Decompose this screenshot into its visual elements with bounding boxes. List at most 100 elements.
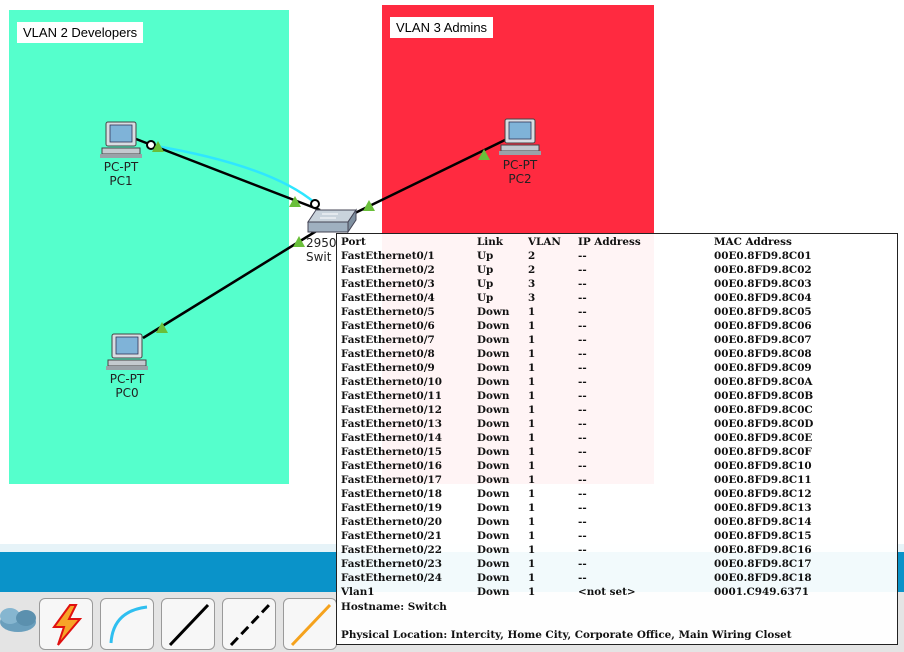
cell-mac: 00E0.8FD9.8C11 xyxy=(714,474,812,486)
cell-mac: 0001.C949.6371 xyxy=(714,586,810,598)
pc1-icon xyxy=(100,121,142,158)
cell-link: Down xyxy=(477,474,510,486)
cell-mac: 00E0.8FD9.8C10 xyxy=(714,460,812,472)
header-ip: IP Address xyxy=(578,236,641,248)
cell-vlan: 1 xyxy=(528,446,536,458)
crossover-tool[interactable] xyxy=(222,598,276,650)
cell-vlan: 1 xyxy=(528,390,536,402)
cell-link: Up xyxy=(477,250,494,262)
cell-vlan: 1 xyxy=(528,404,536,416)
cell-port: FastEthernet0/7 xyxy=(341,334,435,346)
cell-ip: <not set> xyxy=(578,586,636,598)
lightning-auto-connect-icon xyxy=(52,604,83,646)
cell-port: FastEthernet0/20 xyxy=(341,516,442,528)
cell-ip: -- xyxy=(578,460,587,472)
cell-port: FastEthernet0/15 xyxy=(341,446,442,458)
auto-connect-tool[interactable] xyxy=(39,598,93,650)
cell-mac: 00E0.8FD9.8C18 xyxy=(714,572,812,584)
cell-ip: -- xyxy=(578,488,587,500)
cell-ip: -- xyxy=(578,558,587,570)
cell-mac: 00E0.8FD9.8C06 xyxy=(714,320,812,332)
cell-port: FastEthernet0/18 xyxy=(341,488,442,500)
pc2-caption[interactable]: PC-PT PC2 xyxy=(485,158,555,186)
cell-mac: 00E0.8FD9.8C04 xyxy=(714,292,812,304)
cell-ip: -- xyxy=(578,516,587,528)
cell-link: Down xyxy=(477,572,510,584)
cell-vlan: 1 xyxy=(528,306,536,318)
cell-mac: 00E0.8FD9.8C09 xyxy=(714,362,812,374)
cell-link: Down xyxy=(477,488,510,500)
cell-port: FastEthernet0/11 xyxy=(341,390,442,402)
hostname-line: Hostname: Switch xyxy=(341,601,447,613)
pc1-name: PC1 xyxy=(109,174,133,188)
cell-link: Down xyxy=(477,390,510,402)
cell-link: Down xyxy=(477,334,510,346)
pc0-caption[interactable]: PC-PT PC0 xyxy=(92,372,162,400)
cell-vlan: 1 xyxy=(528,348,536,360)
cell-vlan: 3 xyxy=(528,278,536,290)
cell-link: Down xyxy=(477,320,510,332)
cloud-tool[interactable] xyxy=(0,598,42,650)
crossover-cable-icon xyxy=(229,603,271,647)
cell-mac: 00E0.8FD9.8C0E xyxy=(714,432,813,444)
cell-vlan: 1 xyxy=(528,488,536,500)
cell-mac: 00E0.8FD9.8C12 xyxy=(714,488,812,500)
cell-vlan: 1 xyxy=(528,530,536,542)
switch-port-tooltip: Port Link VLAN IP Address MAC Address Fa… xyxy=(336,233,898,645)
cell-mac: 00E0.8FD9.8C0F xyxy=(714,446,812,458)
cell-mac: 00E0.8FD9.8C03 xyxy=(714,278,812,290)
location-line: Physical Location: Intercity, Home City,… xyxy=(341,629,792,641)
cell-mac: 00E0.8FD9.8C17 xyxy=(714,558,812,570)
cell-port: FastEthernet0/2 xyxy=(341,264,435,276)
pc1-caption[interactable]: PC-PT PC1 xyxy=(86,160,156,188)
cell-ip: -- xyxy=(578,530,587,542)
cell-mac: 00E0.8FD9.8C02 xyxy=(714,264,812,276)
cell-ip: -- xyxy=(578,264,587,276)
cell-ip: -- xyxy=(578,418,587,430)
cell-mac: 00E0.8FD9.8C07 xyxy=(714,334,812,346)
cell-vlan: 1 xyxy=(528,502,536,514)
cell-port: Vlan1 xyxy=(341,586,375,598)
cell-vlan: 1 xyxy=(528,334,536,346)
header-mac: MAC Address xyxy=(714,236,792,248)
cell-vlan: 3 xyxy=(528,292,536,304)
cell-link: Down xyxy=(477,376,510,388)
cell-port: FastEthernet0/4 xyxy=(341,292,435,304)
cell-vlan: 1 xyxy=(528,418,536,430)
fiber-tool[interactable] xyxy=(283,598,337,650)
cell-vlan: 1 xyxy=(528,474,536,486)
cell-vlan: 1 xyxy=(528,572,536,584)
cell-ip: -- xyxy=(578,446,587,458)
cell-link: Down xyxy=(477,558,510,570)
cell-ip: -- xyxy=(578,432,587,444)
cell-mac: 00E0.8FD9.8C0C xyxy=(714,404,813,416)
cell-vlan: 1 xyxy=(528,432,536,444)
switch-caption[interactable]: 2950 Swit xyxy=(306,236,336,264)
link-up-indicator xyxy=(293,236,305,247)
cell-port: FastEthernet0/14 xyxy=(341,432,442,444)
cell-ip: -- xyxy=(578,362,587,374)
cell-link: Up xyxy=(477,292,494,304)
cell-link: Down xyxy=(477,460,510,472)
cable-pc2-switch xyxy=(354,138,506,215)
cell-link: Down xyxy=(477,586,510,598)
pc2-model: PC-PT xyxy=(502,158,538,172)
cell-port: FastEthernet0/23 xyxy=(341,558,442,570)
cell-link: Down xyxy=(477,516,510,528)
straight-through-tool[interactable] xyxy=(161,598,215,650)
cell-link: Down xyxy=(477,432,510,444)
cloud-icon xyxy=(0,608,36,632)
cell-port: FastEthernet0/5 xyxy=(341,306,435,318)
cell-ip: -- xyxy=(578,474,587,486)
cell-port: FastEthernet0/21 xyxy=(341,530,442,542)
pc2-icon xyxy=(499,118,541,155)
cell-mac: 00E0.8FD9.8C15 xyxy=(714,530,812,542)
cell-vlan: 2 xyxy=(528,250,536,262)
cell-port: FastEthernet0/6 xyxy=(341,320,435,332)
header-port: Port xyxy=(341,236,366,248)
console-port-pc1 xyxy=(146,140,156,150)
console-cable-tool[interactable] xyxy=(100,598,154,650)
cell-mac: 00E0.8FD9.8C0D xyxy=(714,418,814,430)
cell-vlan: 1 xyxy=(528,544,536,556)
cell-vlan: 2 xyxy=(528,264,536,276)
